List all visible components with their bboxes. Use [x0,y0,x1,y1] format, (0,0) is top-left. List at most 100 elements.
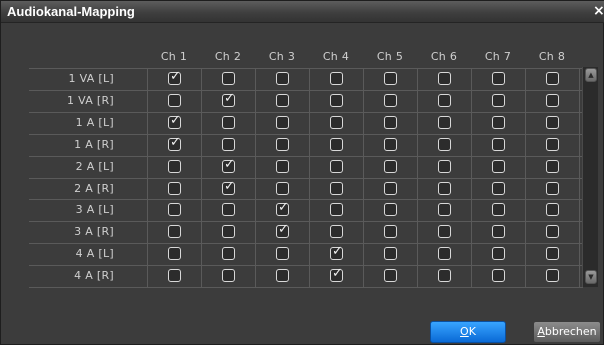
channel-checkbox[interactable] [384,94,397,107]
channel-checkbox[interactable] [384,160,397,173]
vertical-scrollbar[interactable]: ▲ ▼ [582,67,598,287]
channel-checkbox[interactable]: ✓ [222,92,235,107]
ok-mnemonic: O [460,325,469,338]
channel-checkbox[interactable] [222,247,235,260]
grid-column-divider [579,68,580,287]
channel-checkbox[interactable] [492,160,505,173]
channel-checkbox[interactable] [492,182,505,195]
channel-checkbox[interactable] [222,138,235,151]
grid-row-divider [29,156,583,157]
channel-header-6: Ch 6 [430,50,458,63]
channel-checkbox[interactable] [546,116,559,129]
channel-checkbox[interactable] [276,138,289,151]
channel-checkbox[interactable] [276,116,289,129]
channel-checkbox[interactable]: ✓ [222,158,235,173]
grid-row-divider [29,287,583,288]
close-icon[interactable]: × [593,2,604,20]
channel-checkbox[interactable] [276,247,289,260]
channel-checkbox[interactable] [384,225,397,238]
channel-checkbox[interactable] [384,116,397,129]
channel-checkbox[interactable] [438,160,451,173]
channel-checkbox[interactable] [546,203,559,216]
channel-checkbox[interactable] [222,116,235,129]
channel-checkbox[interactable] [438,116,451,129]
channel-checkbox[interactable] [222,269,235,282]
channel-checkbox[interactable] [168,160,181,173]
channel-checkbox[interactable] [168,203,181,216]
channel-checkbox[interactable] [168,94,181,107]
channel-checkbox[interactable] [384,269,397,282]
channel-checkbox[interactable] [330,203,343,216]
channel-checkbox[interactable] [330,72,343,85]
cancel-button[interactable]: Abbrechen [533,321,601,343]
scroll-up-button[interactable]: ▲ [585,68,597,82]
channel-checkbox[interactable] [276,269,289,282]
track-label: 4 A [R] [74,269,114,282]
checkmark-icon: ✓ [224,179,235,194]
grid-column-divider [471,68,472,287]
channel-checkbox[interactable] [546,160,559,173]
channel-checkbox[interactable] [330,116,343,129]
channel-checkbox[interactable] [384,138,397,151]
channel-checkbox[interactable] [492,72,505,85]
channel-checkbox[interactable] [546,94,559,107]
channel-checkbox[interactable] [492,203,505,216]
channel-checkbox[interactable]: ✓ [330,245,343,260]
channel-checkbox[interactable] [384,203,397,216]
channel-checkbox[interactable] [168,247,181,260]
grid-row-divider [29,112,583,113]
channel-checkbox[interactable] [546,225,559,238]
channel-checkbox[interactable] [546,138,559,151]
channel-checkbox[interactable]: ✓ [168,114,181,129]
channel-checkbox[interactable] [546,247,559,260]
channel-checkbox[interactable] [438,182,451,195]
channel-checkbox[interactable] [330,138,343,151]
channel-checkbox[interactable] [276,182,289,195]
channel-checkbox[interactable] [330,94,343,107]
channel-checkbox[interactable] [492,225,505,238]
channel-checkbox[interactable] [438,203,451,216]
channel-checkbox[interactable] [438,247,451,260]
channel-checkbox[interactable] [438,225,451,238]
channel-checkbox[interactable] [276,72,289,85]
channel-checkbox[interactable] [168,225,181,238]
channel-checkbox[interactable] [330,182,343,195]
channel-checkbox[interactable] [384,247,397,260]
checkmark-icon: ✓ [278,222,289,237]
channel-checkbox[interactable] [438,269,451,282]
channel-checkbox[interactable] [222,203,235,216]
audio-mapping-dialog: Audiokanal-Mapping × Ch 1 Ch 2 Ch 3 Ch 4 Ch … [0,0,604,345]
channel-checkbox[interactable]: ✓ [330,267,343,282]
channel-checkbox[interactable] [546,182,559,195]
grid-row-divider [29,134,583,135]
channel-checkbox[interactable] [546,72,559,85]
channel-checkbox[interactable] [492,94,505,107]
channel-checkbox[interactable] [222,72,235,85]
channel-checkbox[interactable]: ✓ [276,201,289,216]
channel-checkbox[interactable]: ✓ [168,136,181,151]
channel-checkbox[interactable] [168,182,181,195]
scroll-down-button[interactable]: ▼ [585,270,597,284]
channel-checkbox[interactable] [438,94,451,107]
channel-checkbox[interactable] [276,94,289,107]
channel-checkbox[interactable] [168,269,181,282]
channel-checkbox[interactable] [384,72,397,85]
channel-checkbox[interactable] [492,247,505,260]
channel-checkbox[interactable]: ✓ [168,70,181,85]
channel-checkbox[interactable] [438,72,451,85]
channel-checkbox[interactable]: ✓ [276,222,289,238]
channel-checkbox[interactable] [492,138,505,151]
channel-checkbox[interactable] [492,116,505,129]
channel-checkbox[interactable]: ✓ [222,179,235,195]
ok-button[interactable]: OK [430,321,506,343]
channel-checkbox[interactable] [330,160,343,173]
channel-checkbox[interactable] [546,269,559,282]
channel-checkbox[interactable] [492,269,505,282]
track-label: 4 A [L] [75,247,114,260]
channel-checkbox[interactable] [276,160,289,173]
channel-checkbox[interactable] [330,225,343,238]
channel-checkbox[interactable] [438,138,451,151]
channel-checkbox[interactable] [384,182,397,195]
channel-checkbox[interactable] [222,225,235,238]
title-bar[interactable]: Audiokanal-Mapping × [1,1,604,23]
